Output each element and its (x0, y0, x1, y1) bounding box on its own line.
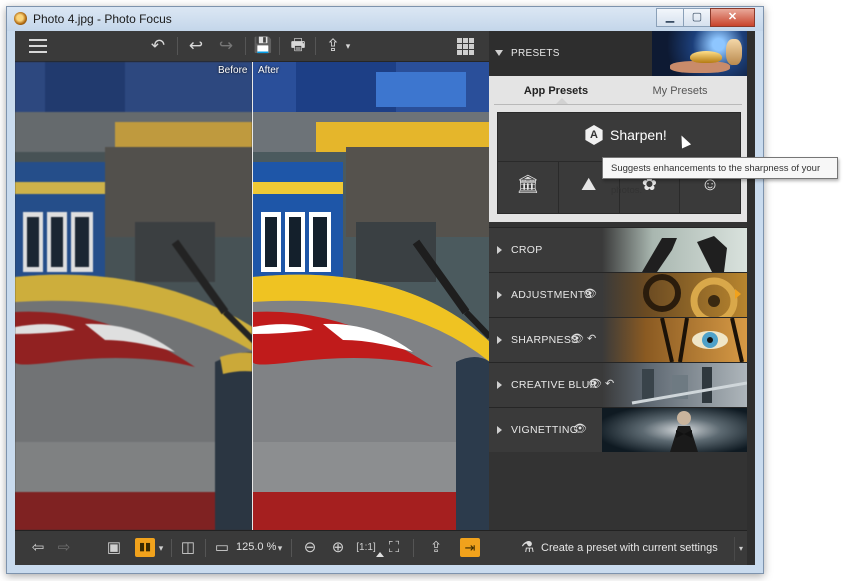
boat-scene-image (15, 62, 252, 530)
presets-header[interactable]: PRESETS (489, 31, 747, 76)
after-label: After (258, 65, 280, 76)
crop-banner-image (602, 228, 747, 272)
architecture-category-icon[interactable]: 🏛 (498, 161, 558, 213)
section-label: SHARPNESS (511, 334, 579, 346)
expand-arrow-icon (497, 291, 502, 299)
active-tab-indicator (556, 98, 568, 104)
before-photo[interactable] (15, 62, 252, 530)
window-controls: ▁ ▢ ✕ (656, 8, 755, 27)
adjustments-panel: PRESETS App Presets My Presets A Sharpen… (489, 31, 747, 565)
compare-view-icon[interactable]: ▮▮ (135, 538, 155, 557)
after-photo[interactable] (253, 62, 489, 530)
section-creative-blur[interactable]: CREATIVE BLUR 👁 ↶ (489, 362, 747, 407)
zoom-to-fit-icon[interactable]: ⛶ (383, 538, 405, 558)
title-bar[interactable]: Photo 4.jpg - Photo Focus ▁ ▢ ✕ (7, 7, 763, 31)
tab-app-presets[interactable]: App Presets (494, 85, 618, 97)
app-logo-icon (14, 12, 27, 25)
toolbar-divider (291, 539, 292, 557)
city-blur-banner-image (602, 363, 747, 407)
boat-scene-image (253, 62, 489, 530)
section-label: VIGNETTING (511, 424, 579, 436)
next-photo-icon[interactable]: ⇨ (53, 538, 75, 558)
zoom-in-icon[interactable]: ⊕ (327, 538, 349, 558)
previous-photo-icon[interactable]: ⇦ (27, 538, 49, 558)
section-crop[interactable]: CROP (489, 227, 747, 272)
app-window: Photo 4.jpg - Photo Focus ▁ ▢ ✕ ↶ ↩ ↪ 💾 … (6, 6, 764, 574)
toolbar-divider (171, 539, 172, 557)
share-icon[interactable]: ⇪ (321, 31, 345, 61)
section-label: CROP (511, 244, 543, 256)
split-view-icon[interactable]: ◫ (177, 538, 199, 558)
expand-arrow-icon (497, 426, 502, 434)
redo-icon[interactable]: ↪ (213, 31, 239, 61)
save-icon[interactable]: 💾 (251, 31, 275, 61)
mouse-cursor-icon (676, 133, 692, 149)
toolbar-divider (245, 37, 246, 55)
toolbar-divider (177, 37, 178, 55)
section-label: ADJUSTMENTS (511, 289, 592, 301)
compare-dropdown-icon[interactable]: ▾ (156, 538, 166, 558)
hamburger-menu-icon[interactable] (29, 39, 47, 53)
section-vignetting[interactable]: VIGNETTING 👁 (489, 407, 747, 452)
sharpen-tooltip: Suggests enhancements to the sharpness o… (602, 157, 838, 196)
share-dropdown-icon[interactable]: ▾ (343, 31, 353, 61)
minimize-button[interactable]: ▁ (656, 8, 684, 27)
tiger-eye-banner-image (602, 318, 747, 362)
section-adjustments[interactable]: ADJUSTMENTS 👁 (489, 272, 747, 317)
vignette-portrait-banner-image (602, 408, 747, 452)
compare-divider-handle[interactable] (252, 62, 253, 530)
tab-my-presets[interactable]: My Presets (618, 85, 742, 97)
reset-icon[interactable]: ↶ (587, 332, 596, 345)
undo-icon[interactable]: ↩ (183, 31, 209, 61)
app-client-area: ↶ ↩ ↪ 💾 🖶 ⇪ ▾ Before After ⇦ ⇨ ▣ ▮▮ ▾ ◫ … (15, 31, 755, 565)
close-button[interactable]: ✕ (710, 8, 755, 27)
export-icon[interactable]: ⇪ (425, 538, 447, 558)
visibility-eye-icon[interactable]: 👁 (583, 287, 597, 300)
main-toolbar: ↶ ↩ ↪ 💾 🖶 ⇪ ▾ (15, 31, 489, 62)
visibility-eye-icon[interactable]: 👁 (570, 332, 584, 345)
undo-all-icon[interactable]: ↶ (145, 31, 171, 61)
expand-arrow-icon (497, 246, 502, 254)
expand-arrow-icon (497, 381, 502, 389)
panel-toggle-arrow-icon[interactable] (735, 289, 741, 299)
section-sharpness[interactable]: SHARPNESS 👁 ↶ (489, 317, 747, 362)
collapse-arrow-icon[interactable] (495, 50, 503, 56)
expand-arrow-icon (497, 336, 502, 344)
toolbar-divider (315, 37, 316, 55)
sharpen-preset-label: Sharpen! (610, 127, 667, 143)
zoom-level[interactable]: 125.0 % (236, 541, 276, 553)
grid-view-icon[interactable] (457, 38, 474, 55)
toolbar-divider (279, 37, 280, 55)
maximize-button[interactable]: ▢ (683, 8, 711, 27)
gears-banner-image (602, 273, 747, 317)
reset-icon[interactable]: ↶ (605, 377, 614, 390)
zoom-out-icon[interactable]: ⊖ (299, 538, 321, 558)
flask-icon: ⚗ (521, 539, 535, 556)
fit-to-window-icon[interactable]: ▭ (211, 538, 233, 558)
preset-options-dropdown-icon[interactable]: ▾ (734, 537, 747, 561)
presets-tabs: App Presets My Presets (494, 76, 742, 105)
visibility-eye-icon[interactable]: 👁 (573, 422, 587, 435)
auto-badge-icon: A (585, 125, 603, 145)
window-title: Photo 4.jpg - Photo Focus (33, 12, 172, 26)
view-toolbar: ⇦ ⇨ ▣ ▮▮ ▾ ◫ ▭ 125.0 % ▾ ⊖ ⊕ [1:1] ⛶ ⇪ ⇥ (15, 530, 489, 565)
toolbar-divider (413, 539, 414, 557)
visibility-eye-icon[interactable]: 👁 (588, 377, 602, 390)
exit-to-host-icon[interactable]: ⇥ (460, 538, 480, 557)
filmstrip-toggle-icon[interactable] (376, 552, 384, 557)
print-icon[interactable]: 🖶 (285, 31, 311, 61)
sharpen-preset-button[interactable]: A Sharpen! (498, 113, 740, 161)
presets-title: PRESETS (511, 48, 560, 59)
section-label: CREATIVE BLUR (511, 379, 598, 391)
zoom-dropdown-icon[interactable]: ▾ (275, 538, 285, 558)
before-label: Before (218, 65, 248, 76)
genie-lamp-banner-image (652, 31, 747, 76)
create-preset-bar: ⚗ Create a preset with current settings … (489, 530, 747, 565)
toolbar-divider (205, 539, 206, 557)
single-view-icon[interactable]: ▣ (103, 538, 125, 558)
create-preset-button[interactable]: Create a preset with current settings (541, 542, 718, 554)
